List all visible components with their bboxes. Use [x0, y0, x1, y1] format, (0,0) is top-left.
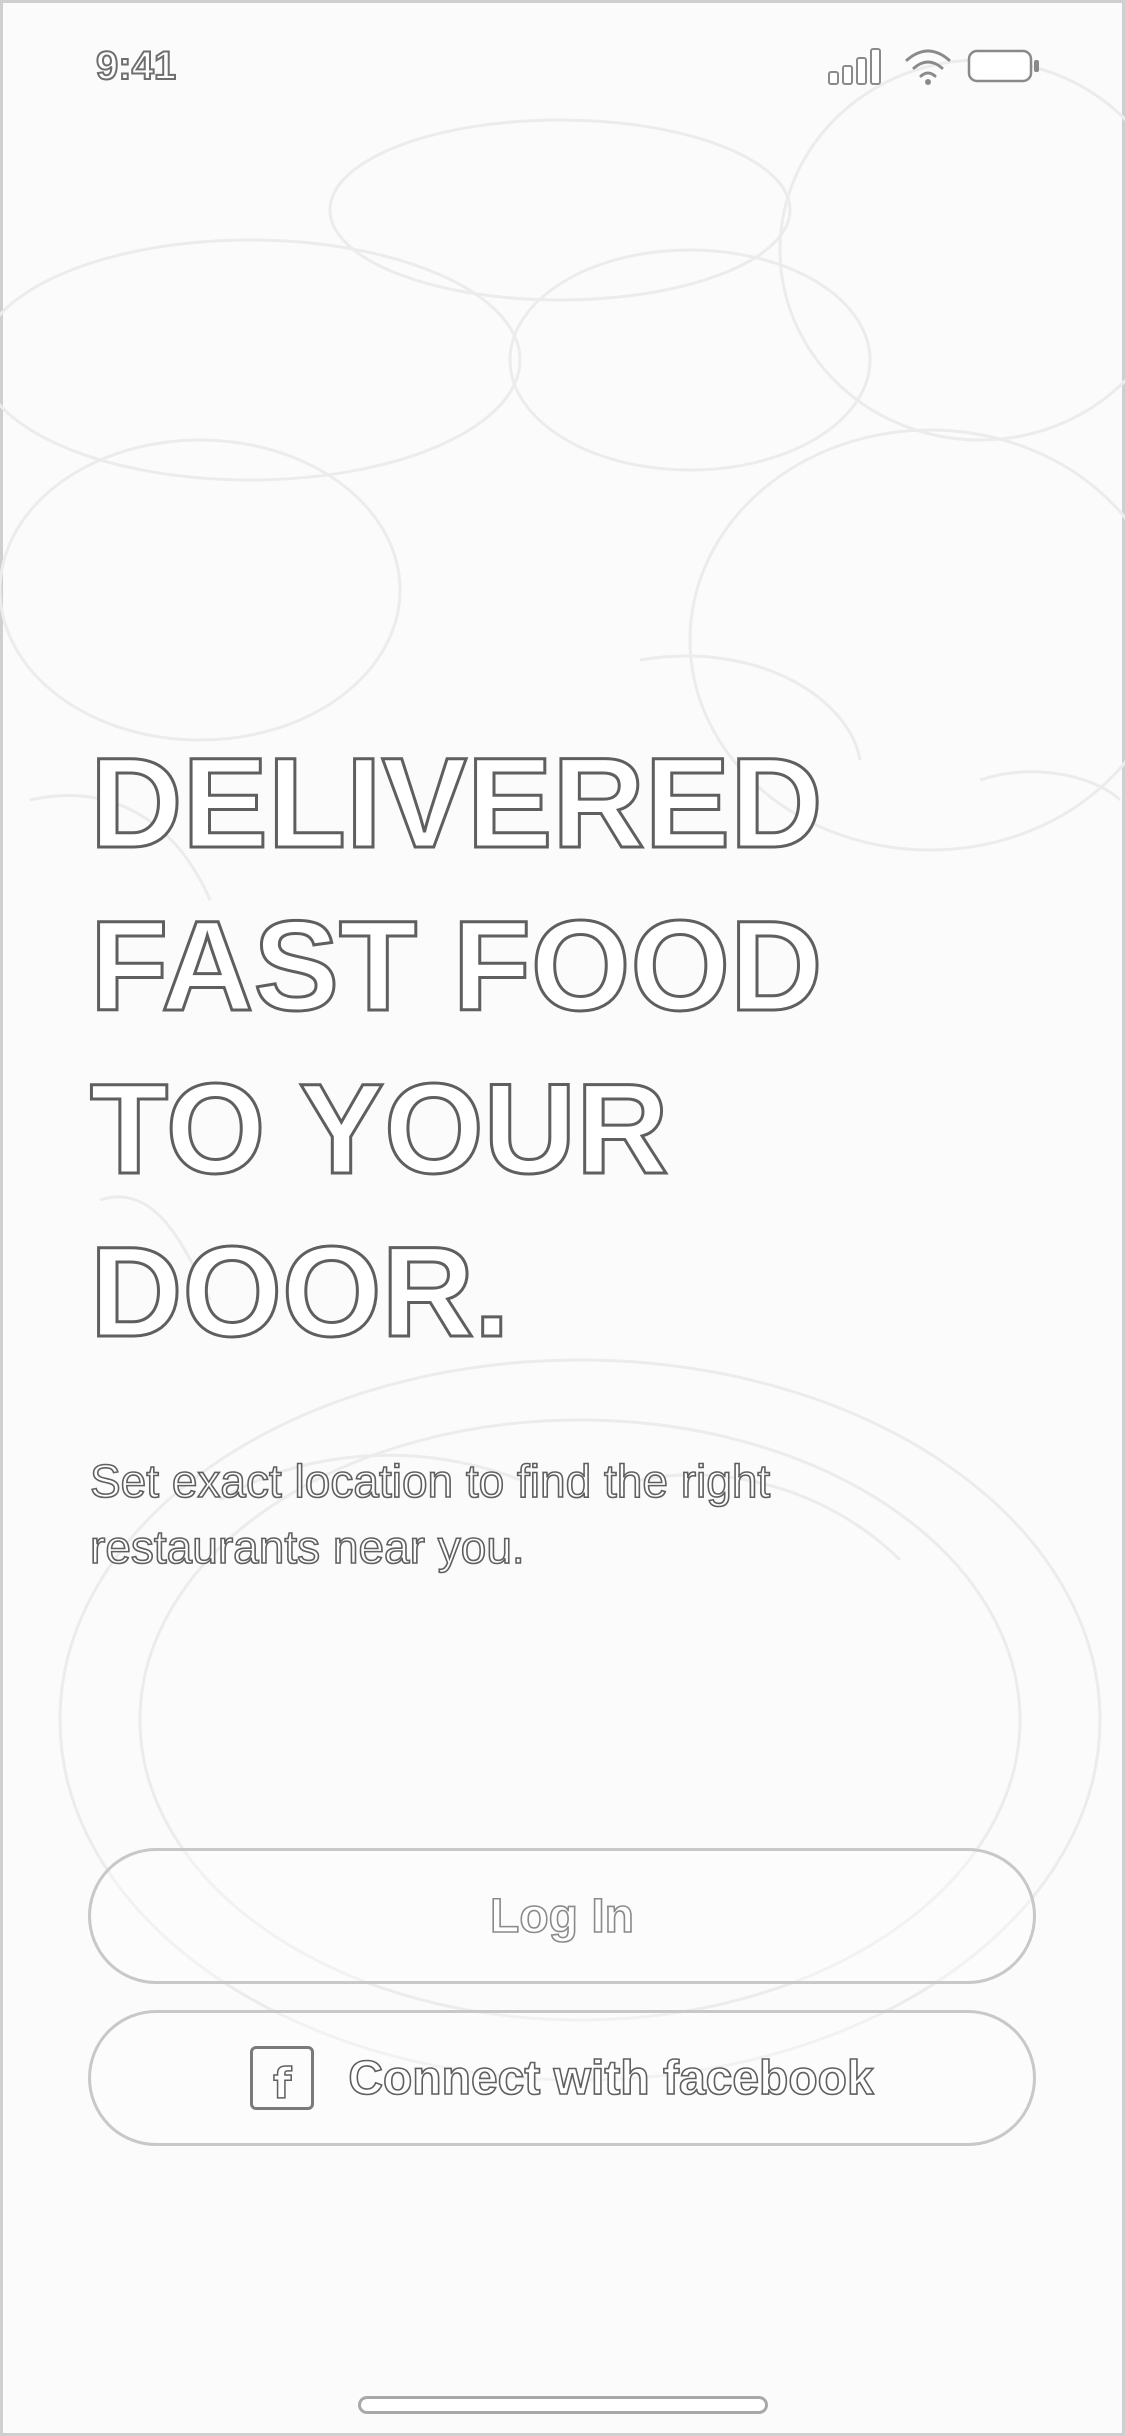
- facebook-connect-button[interactable]: f Connect with facebook: [88, 2010, 1036, 2146]
- status-time: 9:41: [95, 43, 177, 89]
- subtitle: Set exact location to find the right res…: [89, 1448, 890, 1580]
- login-button-label: Log In: [489, 1889, 635, 1944]
- subtitle-line: Set exact location to find the right: [89, 1454, 771, 1508]
- status-bar: 9:41: [0, 0, 1125, 132]
- signal-icon: [828, 48, 881, 85]
- welcome-screen: 9:41 DELIVERED FAST FOOD TO YOUR DOOR. S…: [0, 0, 1125, 2436]
- headline-line: TO YOUR: [89, 1057, 671, 1203]
- facebook-icon: f: [250, 2046, 315, 2110]
- status-icons: [827, 46, 1077, 90]
- subtitle-line: restaurants near you.: [89, 1520, 525, 1574]
- headline-line: FAST FOOD: [89, 894, 824, 1040]
- facebook-button-label: Connect with facebook: [348, 2051, 875, 2106]
- home-indicator[interactable]: [358, 2396, 768, 2414]
- headline-line: DELIVERED: [89, 731, 825, 877]
- login-button[interactable]: Log In: [88, 1848, 1036, 1984]
- headline: DELIVERED FAST FOOD TO YOUR DOOR.: [89, 722, 990, 1374]
- headline-line: DOOR.: [89, 1220, 512, 1366]
- wifi-icon: [905, 49, 951, 85]
- battery-icon: [967, 49, 1039, 83]
